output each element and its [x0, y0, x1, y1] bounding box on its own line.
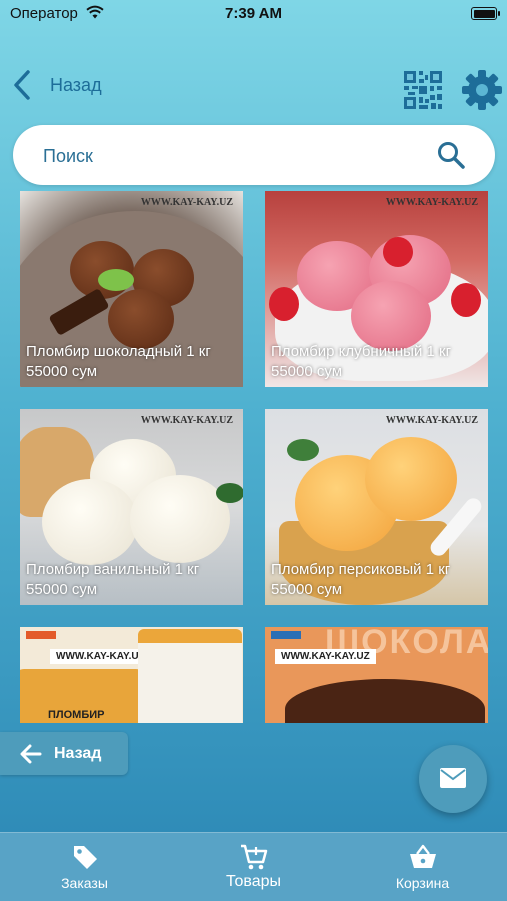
brand-logo [26, 631, 56, 639]
tab-orders[interactable]: Заказы [0, 833, 169, 901]
battery-icon [471, 7, 500, 20]
product-card-6[interactable]: ШОКОЛАД WWW.KAY-KAY.UZ [265, 627, 488, 723]
scoop [42, 479, 138, 565]
watermark: WWW.KAY-KAY.UZ [385, 415, 478, 426]
search-bar [13, 125, 495, 187]
mail-icon [440, 768, 466, 788]
product-card-strawberry[interactable]: WWW.KAY-KAY.UZ Пломбир клубничный 1 кг 5… [265, 191, 488, 387]
scoop [365, 437, 457, 521]
brand-logo [271, 631, 301, 639]
search-input[interactable] [41, 125, 415, 187]
watermark: WWW.KAY-KAY.UZ [140, 197, 233, 208]
package [138, 629, 242, 723]
back-button-top[interactable]: Назад [10, 66, 102, 104]
brand-label: WWW.KAY-KAY.UZ [275, 649, 376, 664]
strawberry [269, 287, 299, 321]
package-label: ПЛОМБИР [48, 709, 105, 721]
tab-label: Корзина [395, 875, 450, 891]
product-card-vanilla[interactable]: WWW.KAY-KAY.UZ Пломбир ванильный 1 кг 55… [20, 409, 243, 605]
gear-icon[interactable] [462, 70, 502, 110]
back-label: Назад [50, 74, 102, 95]
leaf [216, 483, 243, 503]
arrow-left-icon [20, 744, 42, 763]
product-name: Пломбир клубничный 1 кг [271, 343, 452, 360]
tab-label: Заказы [61, 875, 108, 891]
status-bar: Оператор 7:39 AM [0, 0, 507, 30]
strawberry [451, 283, 481, 317]
product-card-chocolate[interactable]: WWW.KAY-KAY.UZ Пломбир шоколадный 1 кг 5… [20, 191, 243, 387]
tag-icon [73, 846, 97, 869]
clock: 7:39 AM [225, 5, 282, 22]
product-name: Пломбир персиковый 1 кг [271, 561, 451, 578]
product-price: 55000 сум [26, 363, 98, 380]
basket-icon [409, 844, 436, 868]
chocolate-tub [285, 679, 485, 723]
cart-icon [240, 844, 267, 870]
back-button-bottom[interactable]: Назад [0, 732, 128, 775]
mint-leaf [98, 269, 134, 291]
product-name: Пломбир ванильный 1 кг [26, 561, 200, 578]
qr-code-icon[interactable] [404, 71, 442, 109]
product-price: 55000 сум [271, 363, 343, 380]
watermark: WWW.KAY-KAY.UZ [385, 197, 478, 208]
strawberry [383, 237, 413, 267]
tab-label: Товары [225, 873, 282, 890]
product-name: Пломбир шоколадный 1 кг [26, 343, 211, 360]
tab-basket[interactable]: Корзина [338, 833, 507, 901]
product-card-5[interactable]: WWW.KAY-KAY.UZ ПЛОМБИР [20, 627, 243, 723]
scoop [351, 281, 431, 351]
product-price: 55000 сум [271, 581, 343, 598]
search-icon[interactable] [437, 141, 465, 169]
brand-label: WWW.KAY-KAY.UZ [50, 649, 151, 664]
scoop [130, 475, 230, 563]
message-button[interactable] [419, 745, 487, 813]
product-price: 55000 сум [26, 581, 98, 598]
back-label: Назад [54, 744, 102, 762]
chevron-left-icon [14, 70, 30, 100]
product-card-peach[interactable]: WWW.KAY-KAY.UZ Пломбир персиковый 1 кг 5… [265, 409, 488, 605]
tab-bar: Заказы Товары Корзина [0, 832, 507, 901]
tab-products[interactable]: Товары [169, 833, 338, 901]
leaf [287, 439, 319, 461]
watermark: WWW.KAY-KAY.UZ [140, 415, 233, 426]
scoop [108, 289, 174, 349]
